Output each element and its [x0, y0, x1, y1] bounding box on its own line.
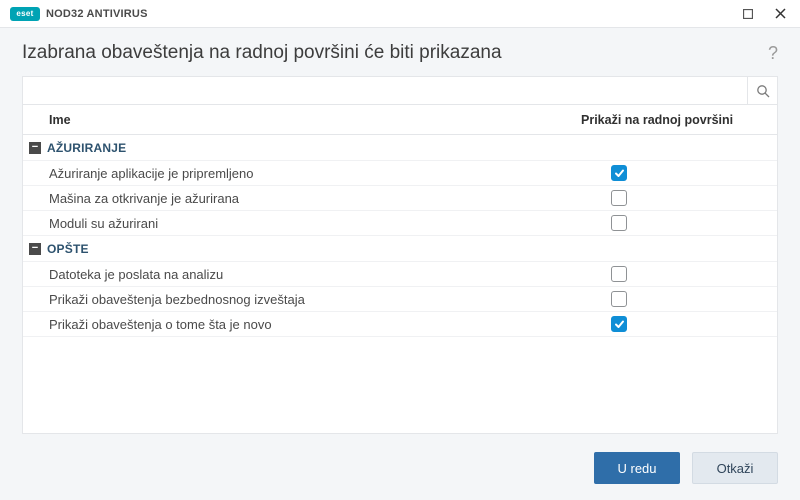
item-label: Datoteka je poslata na analizu — [23, 267, 577, 282]
maximize-button[interactable] — [734, 3, 762, 25]
show-on-desktop-checkbox[interactable] — [611, 266, 627, 282]
checkbox-cell — [577, 190, 777, 206]
column-show: Prikaži na radnoj površini — [577, 113, 777, 127]
item-label: Prikaži obaveštenja o tome šta je novo — [23, 317, 577, 332]
item-label: Ažuriranje aplikacije je pripremljeno — [23, 166, 577, 181]
titlebar: eset NOD32 ANTIVIRUS — [0, 0, 800, 28]
checkbox-cell — [577, 215, 777, 231]
footer: U redu Otkaži — [0, 440, 800, 500]
group-label: OPŠTE — [47, 242, 89, 256]
list-item: Ažuriranje aplikacije je pripremljeno — [23, 161, 777, 186]
item-label: Mašina za otkrivanje je ažurirana — [23, 191, 577, 206]
show-on-desktop-checkbox[interactable] — [611, 316, 627, 332]
collapse-icon[interactable]: − — [29, 243, 41, 255]
group-header[interactable]: −AŽURIRANJE — [23, 135, 777, 161]
page-title: Izabrana obaveštenja na radnoj površini … — [22, 42, 502, 64]
list-item: Mašina za otkrivanje je ažurirana — [23, 186, 777, 211]
group-label: AŽURIRANJE — [47, 141, 126, 155]
show-on-desktop-checkbox[interactable] — [611, 165, 627, 181]
list-item: Moduli su ažurirani — [23, 211, 777, 236]
checkbox-cell — [577, 165, 777, 181]
table-body: −AŽURIRANJEAžuriranje aplikacije je prip… — [23, 135, 777, 433]
brand-logo-icon: eset — [10, 7, 40, 21]
show-on-desktop-checkbox[interactable] — [611, 291, 627, 307]
search-icon[interactable] — [747, 77, 777, 104]
search-input[interactable] — [23, 77, 747, 104]
checkbox-cell — [577, 316, 777, 332]
content-panel: Ime Prikaži na radnoj površini −AŽURIRAN… — [22, 76, 778, 434]
list-item: Datoteka je poslata na analizu — [23, 262, 777, 287]
brand-product: NOD32 ANTIVIRUS — [46, 8, 148, 20]
collapse-icon[interactable]: − — [29, 142, 41, 154]
search-row — [23, 77, 777, 105]
table-header: Ime Prikaži na radnoj površini — [23, 105, 777, 135]
header: Izabrana obaveštenja na radnoj površini … — [0, 28, 800, 76]
column-name: Ime — [23, 113, 577, 127]
window-controls — [734, 3, 794, 25]
group-header[interactable]: −OPŠTE — [23, 236, 777, 262]
show-on-desktop-checkbox[interactable] — [611, 190, 627, 206]
ok-button[interactable]: U redu — [594, 452, 680, 484]
cancel-button[interactable]: Otkaži — [692, 452, 778, 484]
close-button[interactable] — [766, 3, 794, 25]
show-on-desktop-checkbox[interactable] — [611, 215, 627, 231]
help-icon[interactable]: ? — [768, 43, 778, 64]
list-item: Prikaži obaveštenja o tome šta je novo — [23, 312, 777, 337]
checkbox-cell — [577, 266, 777, 282]
brand: eset NOD32 ANTIVIRUS — [10, 7, 148, 21]
checkbox-cell — [577, 291, 777, 307]
item-label: Prikaži obaveštenja bezbednosnog izvešta… — [23, 292, 577, 307]
list-item: Prikaži obaveštenja bezbednosnog izvešta… — [23, 287, 777, 312]
item-label: Moduli su ažurirani — [23, 216, 577, 231]
